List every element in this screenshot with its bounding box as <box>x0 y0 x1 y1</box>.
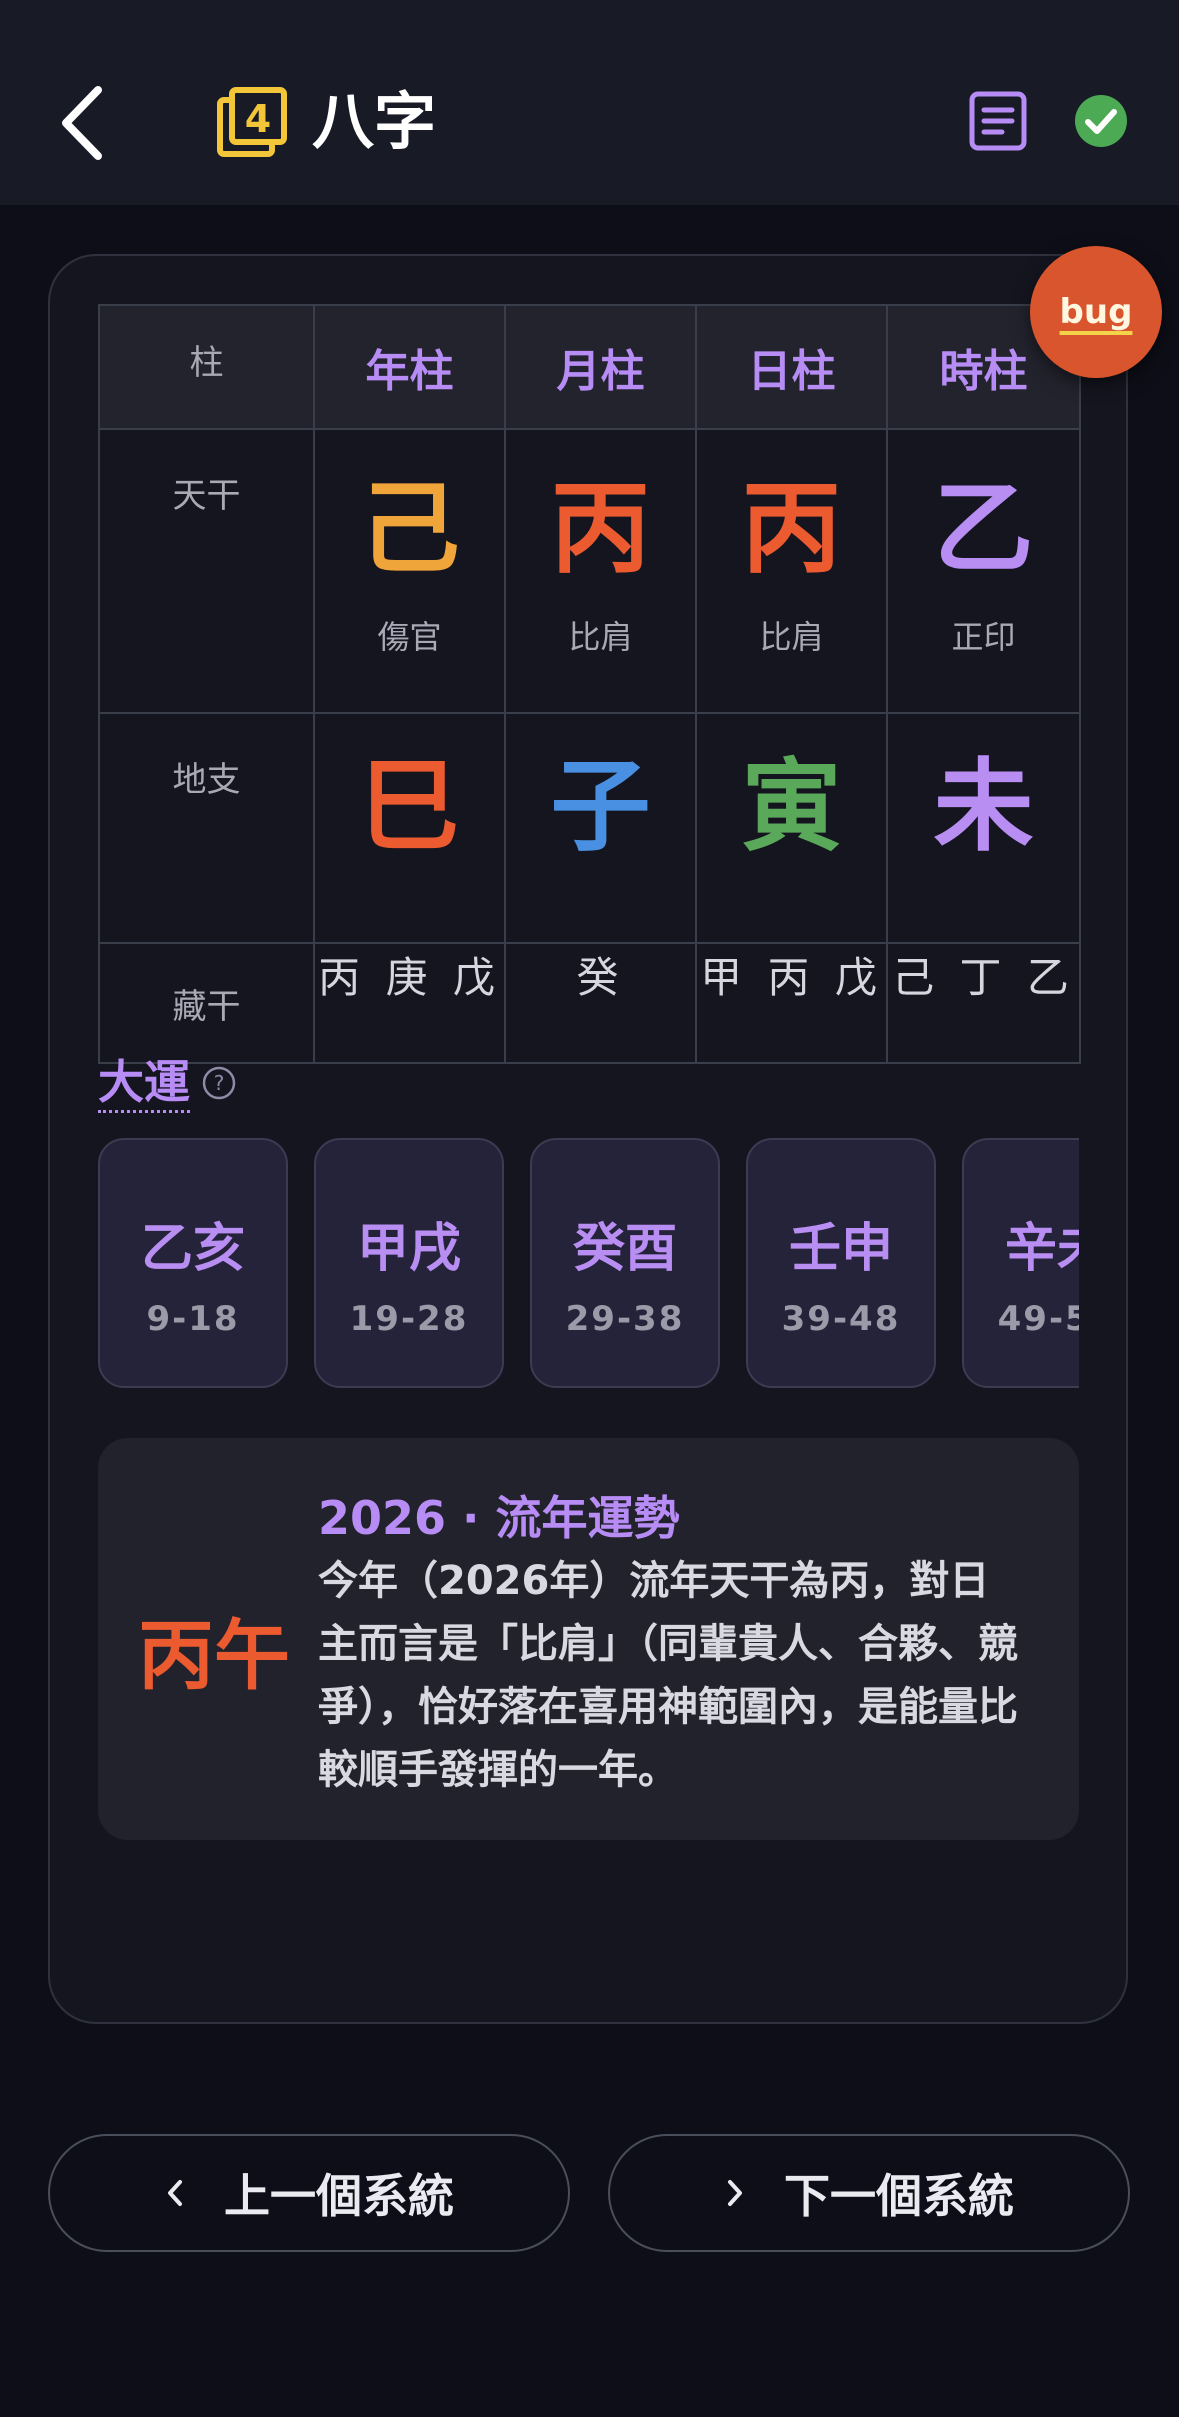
dayun-ganzhi: 辛未 <box>1004 1219 1079 1279</box>
earthly-branch-row: 地支 巳 子 寅 未 <box>98 712 1081 944</box>
top-bar: 4 八字 <box>0 0 1179 205</box>
column-header-day: 日柱 <box>695 304 888 430</box>
branch-char: 未 <box>933 748 1034 865</box>
dayun-card[interactable]: 壬申 39-48 <box>746 1138 936 1388</box>
four-pillars-table: 柱 年柱 月柱 日柱 時柱 天干 己 傷官 丙 比肩 丙 比肩 乙 正印 地支 … <box>98 304 1081 1064</box>
document-list-icon[interactable] <box>968 90 1028 152</box>
ten-god-label: 正印 <box>951 618 1016 656</box>
square-four-icon: 4 <box>217 87 287 157</box>
row-label-hidden: 藏干 <box>98 942 315 1064</box>
stem-char: 丙 <box>741 470 842 587</box>
stem-cell-month: 丙 比肩 <box>504 428 697 714</box>
dayun-card[interactable]: 甲戌 19-28 <box>314 1138 504 1388</box>
dayun-ganzhi: 乙亥 <box>140 1219 245 1279</box>
annual-ganzhi: 丙午 <box>138 1611 290 1700</box>
dayun-carousel[interactable]: 乙亥 9-18 甲戌 19-28 癸酉 29-38 壬申 39-48 辛未 49… <box>98 1138 1079 1394</box>
annual-fortune-box: 丙午 2026 · 流年運勢 今年（2026年）流年天干為丙，對日主而言是「比肩… <box>98 1438 1079 1840</box>
hidden-stems-year: 丙 庚 戊 <box>313 942 506 1064</box>
dayun-card[interactable]: 乙亥 9-18 <box>98 1138 288 1388</box>
dayun-ages: 39-48 <box>781 1299 901 1339</box>
hidden-stems-month: 癸 <box>504 942 697 1064</box>
dayun-ganzhi: 壬申 <box>788 1219 893 1279</box>
stem-char: 乙 <box>933 470 1034 587</box>
dayun-ganzhi: 癸酉 <box>572 1219 677 1279</box>
annual-description: 今年（2026年）流年天干為丙，對日主而言是「比肩」（同輩貴人、合夥、競爭），恰… <box>318 1558 1018 1793</box>
dayun-card[interactable]: 癸酉 29-38 <box>530 1138 720 1388</box>
ten-god-label: 比肩 <box>759 618 824 656</box>
dayun-title[interactable]: 大運 <box>98 1054 190 1113</box>
check-circle-icon[interactable] <box>1074 94 1128 148</box>
chevron-right-icon <box>728 2180 742 2206</box>
ten-god-label: 比肩 <box>568 618 633 656</box>
branch-cell-hour: 未 <box>886 712 1081 944</box>
hidden-stems-day: 甲 丙 戊 <box>695 942 888 1064</box>
hidden-stems-hour: 己 丁 乙 <box>886 942 1081 1064</box>
stem-cell-day: 丙 比肩 <box>695 428 888 714</box>
branch-char: 子 <box>550 748 651 865</box>
prev-system-button[interactable]: 上一個系統 <box>48 2134 570 2252</box>
dayun-ages: 19-28 <box>349 1299 469 1339</box>
branch-char: 寅 <box>741 748 842 865</box>
row-label-stem: 天干 <box>98 428 315 714</box>
column-header-year: 年柱 <box>313 304 506 430</box>
next-system-button[interactable]: 下一個系統 <box>608 2134 1130 2252</box>
branch-cell-day: 寅 <box>695 712 888 944</box>
stem-char: 己 <box>359 470 460 587</box>
stem-cell-hour: 乙 正印 <box>886 428 1081 714</box>
chevron-left-icon[interactable] <box>52 82 116 164</box>
stem-cell-year: 己 傷官 <box>313 428 506 714</box>
svg-text:4: 4 <box>245 97 271 141</box>
page-title: 八字 <box>312 85 437 158</box>
table-header-row: 柱 年柱 月柱 日柱 時柱 <box>98 304 1081 430</box>
next-system-label: 下一個系統 <box>784 2169 1014 2223</box>
dayun-card[interactable]: 辛未 49-58 <box>962 1138 1079 1388</box>
dayun-ages: 9-18 <box>146 1299 240 1339</box>
dayun-ages: 29-38 <box>565 1299 685 1339</box>
corner-cell: 柱 <box>98 304 315 430</box>
chevron-left-icon <box>168 2180 182 2206</box>
bug-report-button[interactable]: bug <box>1030 246 1162 378</box>
heavenly-stem-row: 天干 己 傷官 丙 比肩 丙 比肩 乙 正印 <box>98 428 1081 714</box>
annual-heading: 2026 · 流年運勢 <box>318 1491 680 1545</box>
question-circle-icon[interactable]: ? <box>202 1066 236 1100</box>
branch-cell-month: 子 <box>504 712 697 944</box>
column-header-month: 月柱 <box>504 304 697 430</box>
row-label-branch: 地支 <box>98 712 315 944</box>
svg-text:?: ? <box>214 1071 225 1095</box>
branch-cell-year: 巳 <box>313 712 506 944</box>
stem-char: 丙 <box>550 470 651 587</box>
ten-god-label: 傷官 <box>377 618 442 656</box>
bug-label: bug <box>1059 292 1133 332</box>
branch-char: 巳 <box>359 748 460 865</box>
prev-system-label: 上一個系統 <box>224 2169 454 2223</box>
dayun-ganzhi: 甲戌 <box>356 1219 461 1279</box>
dayun-ages: 49-58 <box>997 1299 1079 1339</box>
hidden-stems-row: 藏干 丙 庚 戊 癸 甲 丙 戊 己 丁 乙 <box>98 942 1081 1064</box>
